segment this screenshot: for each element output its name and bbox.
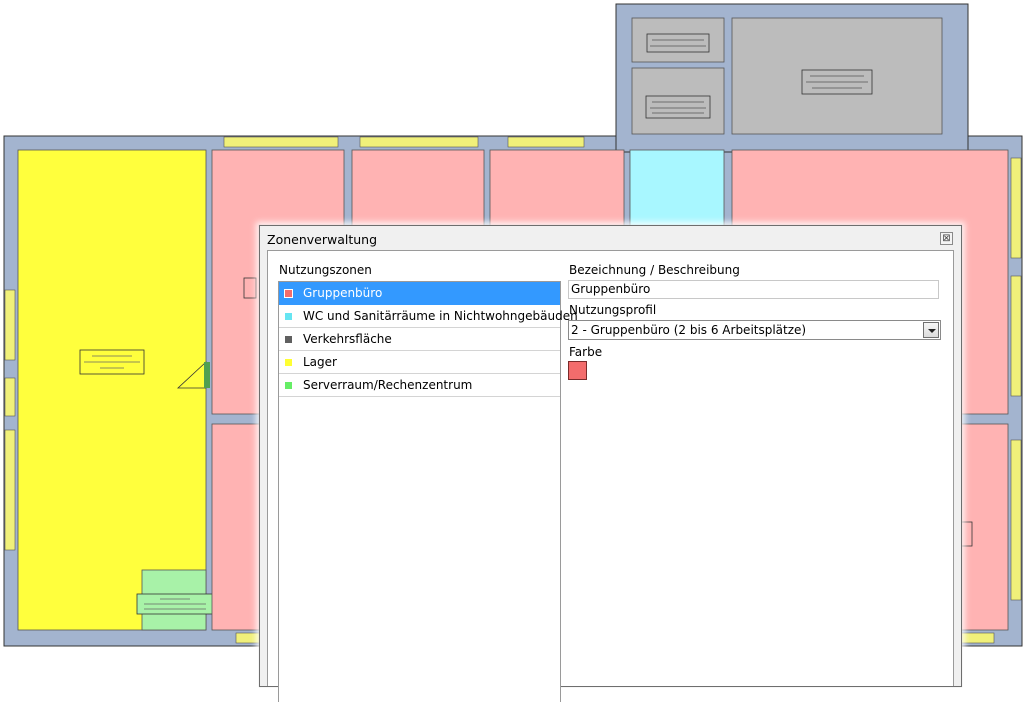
window [4, 377, 16, 417]
room-lager [17, 149, 207, 631]
window [4, 429, 16, 551]
name-label: Bezeichnung / Beschreibung [569, 263, 740, 277]
list-item-verkehrsflaeche[interactable]: Verkehrsfläche [279, 328, 560, 351]
dialog-titlebar[interactable]: Zonenverwaltung ⊠ [260, 226, 961, 250]
room-label-box [646, 33, 710, 53]
color-swatch-icon [285, 359, 292, 366]
list-item-serverraum[interactable]: Serverraum/Rechenzentrum [279, 374, 560, 397]
list-item-label: Serverraum/Rechenzentrum [303, 378, 473, 392]
dialog-title: Zonenverwaltung [267, 232, 378, 247]
close-icon[interactable]: ⊠ [940, 232, 953, 245]
zones-list[interactable]: Gruppenbüro WC und Sanitärräume in Nicht… [278, 281, 578, 702]
window [1010, 275, 1022, 397]
list-item-label: Lager [303, 355, 337, 369]
room-label-box [645, 95, 711, 119]
window [959, 632, 995, 644]
profile-select-value: 2 - Gruppenbüro (2 bis 6 Arbeitsplätze) [571, 323, 807, 337]
color-label: Farbe [569, 345, 603, 359]
window [223, 136, 339, 148]
color-picker-swatch[interactable] [568, 361, 587, 380]
room-sanitary [629, 149, 725, 231]
color-swatch-icon [285, 336, 292, 343]
list-item-label: WC und Sanitärräume in Nichtwohngebäuden [303, 309, 578, 323]
color-swatch-icon [285, 382, 292, 389]
list-item-wc[interactable]: WC und Sanitärräume in Nichtwohngebäuden [279, 305, 578, 328]
window [359, 136, 479, 148]
room-label-box [243, 277, 257, 299]
list-item-lager[interactable]: Lager [279, 351, 560, 374]
dialog-content: Nutzungszonen Gruppenbüro WC und Sanitär… [267, 250, 954, 702]
list-item-label: Verkehrsfläche [303, 332, 392, 346]
color-swatch-icon [284, 289, 293, 298]
color-swatch-icon [285, 313, 292, 320]
list-item-gruppenbuero[interactable]: Gruppenbüro [279, 282, 560, 305]
chevron-down-icon[interactable] [923, 322, 939, 338]
zones-header: Nutzungszonen [279, 263, 372, 277]
window [4, 289, 16, 361]
window [1010, 157, 1022, 259]
profile-select[interactable]: 2 - Gruppenbüro (2 bis 6 Arbeitsplätze) [568, 320, 941, 340]
list-item-label: Gruppenbüro [303, 286, 383, 300]
window [1010, 439, 1022, 601]
window [507, 136, 585, 148]
name-field[interactable]: Gruppenbüro [568, 280, 939, 299]
profile-label: Nutzungsprofil [569, 303, 657, 317]
zone-management-dialog: Zonenverwaltung ⊠ Nutzungszonen Gruppenb… [259, 225, 962, 702]
